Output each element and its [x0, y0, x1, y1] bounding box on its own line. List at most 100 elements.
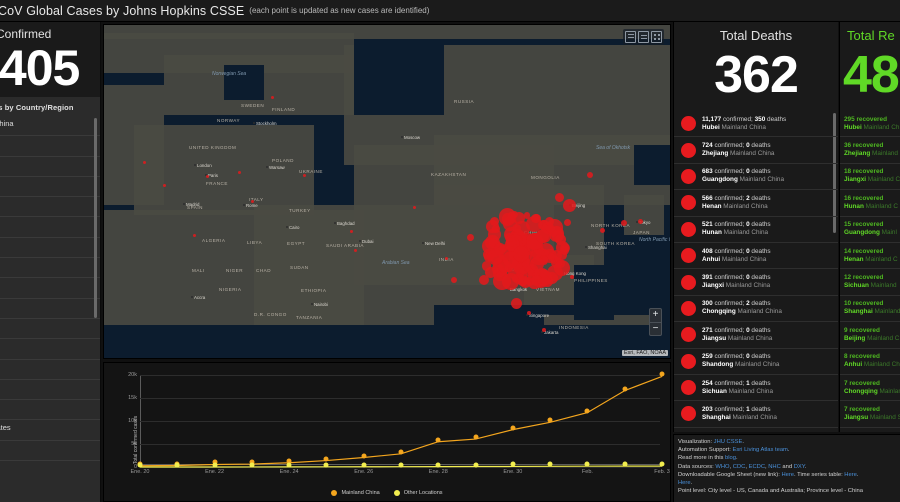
map-case-bubble[interactable] [564, 219, 571, 226]
map-case-bubble[interactable] [354, 249, 357, 252]
deaths-list-item[interactable]: 271 confirmed; 0 deaths Jiangsu Mainland … [674, 322, 838, 348]
map-case-bubble[interactable] [638, 219, 643, 224]
country-list-item[interactable] [0, 258, 100, 278]
deaths-list-item[interactable]: 566 confirmed; 2 deaths Henan Mainland Ch… [674, 190, 838, 216]
map-case-bubble[interactable] [511, 298, 522, 309]
map-case-bubble[interactable] [524, 212, 531, 219]
country-list-scrollbar[interactable] [94, 118, 97, 318]
map-case-bubble[interactable] [527, 311, 531, 315]
footer-link[interactable]: NHC [768, 464, 781, 470]
country-list-item[interactable] [0, 217, 100, 237]
country-list-item[interactable] [0, 197, 100, 217]
country-list-item[interactable] [0, 299, 100, 319]
recovered-list-item[interactable]: 14 recovered Henan Mainland C [840, 243, 900, 269]
world-map[interactable]: Norwegian Sea Sea of Okhotsk North Pacific… [103, 24, 671, 359]
footer-link[interactable]: CDC [733, 464, 746, 470]
zoom-out-button[interactable]: − [650, 322, 661, 335]
map-case-bubble[interactable] [413, 206, 416, 209]
recovered-list-item[interactable]: 295 recovered Hubei Mainland Ch [840, 111, 900, 137]
recovered-list-item[interactable]: 36 recovered Zhejiang Mainland [840, 137, 900, 163]
recovered-list-item[interactable]: 18 recovered Jiangxi Mainland C [840, 164, 900, 190]
footer-link[interactable]: blog [725, 455, 736, 461]
zoom-in-button[interactable]: + [650, 309, 661, 322]
recovered-list-item[interactable]: 10 recovered Shanghai Mainland [840, 296, 900, 322]
country-list-item[interactable] [0, 441, 100, 461]
recovered-list-item[interactable]: 7 recovered Chongqing Mainlan [840, 375, 900, 401]
country-list-item[interactable] [0, 339, 100, 359]
map-case-bubble[interactable] [531, 214, 541, 224]
chart-legend-item[interactable]: Mainland China [331, 490, 379, 496]
recovered-list[interactable]: 295 recovered Hubei Mainland Ch 36 recover… [840, 111, 900, 432]
footer-link[interactable]: Esri Living Atlas team [732, 447, 787, 453]
map-case-bubble[interactable] [545, 217, 554, 226]
country-list-item[interactable] [0, 400, 100, 420]
map-case-bubble[interactable] [600, 228, 605, 233]
map-case-bubble[interactable] [193, 234, 196, 237]
map-case-bubble[interactable] [587, 172, 593, 178]
recovered-list-item[interactable]: 9 recovered Beijing Mainland C [840, 322, 900, 348]
map-tools[interactable] [623, 29, 664, 45]
country-list-item[interactable] [0, 157, 100, 177]
recovered-list-item[interactable]: 16 recovered Hunan Mainland C [840, 190, 900, 216]
map-case-bubble[interactable] [350, 230, 353, 233]
recovered-list-item[interactable]: 15 recovered Guangdong Mainl [840, 217, 900, 243]
map-case-bubble[interactable] [490, 217, 499, 226]
deaths-list-item[interactable]: 724 confirmed; 0 deaths Zhejiang Mainland… [674, 137, 838, 163]
basemap-icon[interactable] [625, 31, 636, 43]
map-case-bubble[interactable] [143, 161, 146, 164]
country-list-item[interactable] [0, 238, 100, 258]
map-case-bubble[interactable] [563, 199, 576, 212]
country-list-item[interactable]: China [0, 116, 100, 136]
map-case-bubble[interactable] [206, 175, 209, 178]
deaths-list[interactable]: 11,177 confirmed; 350 deaths Hubei Mainla… [674, 111, 838, 432]
map-case-bubble[interactable] [621, 220, 627, 226]
country-list-item[interactable] [0, 278, 100, 298]
map-case-bubble[interactable] [502, 273, 519, 290]
deaths-list-item[interactable]: 203 confirmed; 1 deaths Shanghai Mainland… [674, 401, 838, 427]
map-case-bubble[interactable] [163, 184, 166, 187]
map-case-bubble[interactable] [513, 246, 529, 262]
map-case-bubble[interactable] [570, 275, 574, 279]
map-case-bubble[interactable] [536, 229, 550, 243]
recovered-list-item[interactable]: 6 recoveredShandong Mainland [840, 428, 900, 432]
recovered-list-item[interactable]: 8 recovered Anhui Mainland Ch [840, 349, 900, 375]
deaths-list-item[interactable]: 259 confirmed; 0 deaths Shandong Mainland… [674, 349, 838, 375]
map-case-bubble[interactable] [538, 283, 542, 287]
deaths-list-item[interactable]: 300 confirmed; 2 deaths Chongqing Mainlan… [674, 296, 838, 322]
footer-link[interactable]: JHU CSSE [714, 439, 743, 445]
layers-icon[interactable] [651, 31, 662, 43]
footer-link[interactable]: Here [781, 472, 794, 478]
map-case-bubble[interactable] [542, 328, 546, 332]
map-zoom-controls[interactable]: + − [649, 308, 662, 336]
footer-link[interactable]: DXY [794, 464, 805, 470]
map-case-bubble[interactable] [479, 275, 489, 285]
footer-link[interactable]: Here [844, 472, 857, 478]
deaths-list-item[interactable]: 254 confirmed; 1 deaths Sichuan Mainland … [674, 375, 838, 401]
map-case-bubble[interactable] [445, 257, 448, 260]
map-case-bubble[interactable] [494, 243, 506, 255]
deaths-list-item[interactable]: 683 confirmed; 0 deaths Guangdong Mainlan… [674, 164, 838, 190]
map-case-bubble[interactable] [251, 200, 254, 203]
country-list-item[interactable] [0, 319, 100, 339]
deaths-list-item[interactable]: 391 confirmed; 0 deaths Jiangxi Mainland … [674, 269, 838, 295]
country-list[interactable]: China rates [0, 116, 100, 461]
deaths-list-item[interactable]: 408 confirmed; 0 deaths Anhui Mainland Ch… [674, 243, 838, 269]
recovered-list-item[interactable]: 12 recovered Sichuan Mainland [840, 269, 900, 295]
footer-link[interactable]: WHO [715, 464, 729, 470]
deaths-list-item[interactable]: 191 confirmed; 1 deathsBeijing Mainland … [674, 428, 838, 432]
footer-link[interactable]: Here [678, 480, 691, 486]
country-list-item[interactable]: rates [0, 420, 100, 440]
map-case-bubble[interactable] [451, 277, 457, 283]
map-case-bubble[interactable] [303, 174, 306, 177]
legend-icon[interactable] [638, 31, 649, 43]
map-case-bubble[interactable] [555, 193, 564, 202]
country-list-item[interactable] [0, 360, 100, 380]
footer-link[interactable]: ECDC [749, 464, 765, 470]
map-case-bubble[interactable] [467, 234, 474, 241]
map-canvas[interactable]: Norwegian Sea Sea of Okhotsk North Pacific… [104, 25, 670, 358]
country-list-item[interactable] [0, 136, 100, 156]
deaths-list-item[interactable]: 11,177 confirmed; 350 deaths Hubei Mainla… [674, 111, 838, 137]
map-case-bubble[interactable] [271, 96, 274, 99]
map-case-bubble[interactable] [238, 171, 241, 174]
map-case-bubble[interactable] [514, 221, 530, 237]
